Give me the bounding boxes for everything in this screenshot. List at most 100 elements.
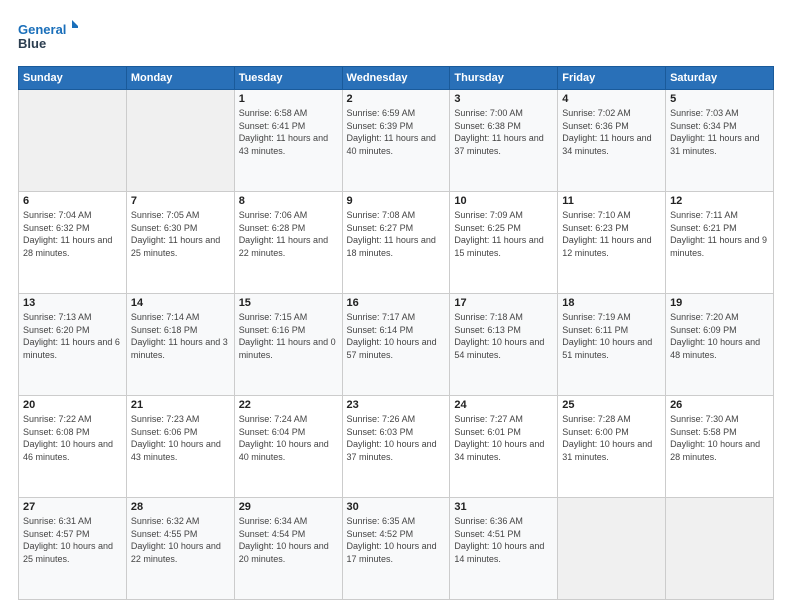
day-number: 16	[347, 297, 446, 309]
day-info: Sunrise: 7:22 AMSunset: 6:08 PMDaylight:…	[23, 413, 122, 463]
calendar-table: SundayMondayTuesdayWednesdayThursdayFrid…	[18, 66, 774, 600]
day-number: 21	[131, 399, 230, 411]
calendar-cell: 3 Sunrise: 7:00 AMSunset: 6:38 PMDaylight…	[450, 90, 558, 192]
day-info: Sunrise: 7:14 AMSunset: 6:18 PMDaylight:…	[131, 311, 230, 361]
day-number: 12	[670, 195, 769, 207]
logo: General Blue	[18, 18, 78, 58]
day-info: Sunrise: 7:04 AMSunset: 6:32 PMDaylight:…	[23, 209, 122, 259]
calendar-cell: 24 Sunrise: 7:27 AMSunset: 6:01 PMDayligh…	[450, 396, 558, 498]
calendar-week-2: 6 Sunrise: 7:04 AMSunset: 6:32 PMDaylight…	[19, 192, 774, 294]
calendar-cell: 16 Sunrise: 7:17 AMSunset: 6:14 PMDayligh…	[342, 294, 450, 396]
calendar-cell: 21 Sunrise: 7:23 AMSunset: 6:06 PMDayligh…	[126, 396, 234, 498]
header-day-wednesday: Wednesday	[342, 67, 450, 90]
day-info: Sunrise: 6:58 AMSunset: 6:41 PMDaylight:…	[239, 107, 338, 157]
day-info: Sunrise: 7:17 AMSunset: 6:14 PMDaylight:…	[347, 311, 446, 361]
header-day-thursday: Thursday	[450, 67, 558, 90]
header-day-monday: Monday	[126, 67, 234, 90]
day-number: 2	[347, 93, 446, 105]
calendar-cell: 10 Sunrise: 7:09 AMSunset: 6:25 PMDayligh…	[450, 192, 558, 294]
calendar-cell: 25Sunrise: 7:28 AMSunset: 6:00 PMDayligh…	[558, 396, 666, 498]
day-info: Sunrise: 7:15 AMSunset: 6:16 PMDaylight:…	[239, 311, 338, 361]
day-number: 4	[562, 93, 661, 105]
day-number: 17	[454, 297, 553, 309]
day-info: Sunrise: 6:36 AMSunset: 4:51 PMDaylight:…	[454, 515, 553, 565]
calendar-cell: 26Sunrise: 7:30 AMSunset: 5:58 PMDayligh…	[666, 396, 774, 498]
header-day-tuesday: Tuesday	[234, 67, 342, 90]
calendar-cell: 2 Sunrise: 6:59 AMSunset: 6:39 PMDaylight…	[342, 90, 450, 192]
day-number: 15	[239, 297, 338, 309]
day-info: Sunrise: 7:19 AMSunset: 6:11 PMDaylight:…	[562, 311, 661, 361]
day-number: 6	[23, 195, 122, 207]
calendar-cell: 19Sunrise: 7:20 AMSunset: 6:09 PMDayligh…	[666, 294, 774, 396]
day-number: 23	[347, 399, 446, 411]
day-info: Sunrise: 6:59 AMSunset: 6:39 PMDaylight:…	[347, 107, 446, 157]
day-info: Sunrise: 7:02 AMSunset: 6:36 PMDaylight:…	[562, 107, 661, 157]
calendar-cell: 18 Sunrise: 7:19 AMSunset: 6:11 PMDayligh…	[558, 294, 666, 396]
day-info: Sunrise: 7:24 AMSunset: 6:04 PMDaylight:…	[239, 413, 338, 463]
day-number: 5	[670, 93, 769, 105]
day-number: 26	[670, 399, 769, 411]
calendar-cell: 12 Sunrise: 7:11 AMSunset: 6:21 PMDayligh…	[666, 192, 774, 294]
calendar-week-4: 20Sunrise: 7:22 AMSunset: 6:08 PMDayligh…	[19, 396, 774, 498]
calendar-cell: 29Sunrise: 6:34 AMSunset: 4:54 PMDayligh…	[234, 498, 342, 600]
svg-text:Blue: Blue	[18, 36, 46, 51]
day-info: Sunrise: 7:00 AMSunset: 6:38 PMDaylight:…	[454, 107, 553, 157]
day-info: Sunrise: 7:08 AMSunset: 6:27 PMDaylight:…	[347, 209, 446, 259]
day-number: 10	[454, 195, 553, 207]
calendar-week-3: 13Sunrise: 7:13 AMSunset: 6:20 PMDayligh…	[19, 294, 774, 396]
calendar-cell: 22 Sunrise: 7:24 AMSunset: 6:04 PMDayligh…	[234, 396, 342, 498]
day-info: Sunrise: 7:06 AMSunset: 6:28 PMDaylight:…	[239, 209, 338, 259]
header-day-saturday: Saturday	[666, 67, 774, 90]
day-info: Sunrise: 7:27 AMSunset: 6:01 PMDaylight:…	[454, 413, 553, 463]
day-info: Sunrise: 6:35 AMSunset: 4:52 PMDaylight:…	[347, 515, 446, 565]
day-number: 22	[239, 399, 338, 411]
day-info: Sunrise: 7:03 AMSunset: 6:34 PMDaylight:…	[670, 107, 769, 157]
calendar-cell: 6 Sunrise: 7:04 AMSunset: 6:32 PMDaylight…	[19, 192, 127, 294]
calendar-cell: 7 Sunrise: 7:05 AMSunset: 6:30 PMDaylight…	[126, 192, 234, 294]
page: General Blue SundayMondayTuesdayWednesda…	[0, 0, 792, 612]
svg-text:General: General	[18, 22, 66, 37]
calendar-week-5: 27Sunrise: 6:31 AMSunset: 4:57 PMDayligh…	[19, 498, 774, 600]
day-info: Sunrise: 7:23 AMSunset: 6:06 PMDaylight:…	[131, 413, 230, 463]
logo-svg: General Blue	[18, 18, 78, 58]
day-number: 13	[23, 297, 122, 309]
header: General Blue	[18, 18, 774, 58]
day-number: 3	[454, 93, 553, 105]
day-number: 8	[239, 195, 338, 207]
day-info: Sunrise: 6:32 AMSunset: 4:55 PMDaylight:…	[131, 515, 230, 565]
day-number: 19	[670, 297, 769, 309]
calendar-cell: 15 Sunrise: 7:15 AMSunset: 6:16 PMDayligh…	[234, 294, 342, 396]
day-info: Sunrise: 7:11 AMSunset: 6:21 PMDaylight:…	[670, 209, 769, 259]
calendar-cell	[126, 90, 234, 192]
day-info: Sunrise: 6:34 AMSunset: 4:54 PMDaylight:…	[239, 515, 338, 565]
day-info: Sunrise: 7:10 AMSunset: 6:23 PMDaylight:…	[562, 209, 661, 259]
calendar-cell: 27Sunrise: 6:31 AMSunset: 4:57 PMDayligh…	[19, 498, 127, 600]
day-info: Sunrise: 7:26 AMSunset: 6:03 PMDaylight:…	[347, 413, 446, 463]
calendar-cell: 31Sunrise: 6:36 AMSunset: 4:51 PMDayligh…	[450, 498, 558, 600]
header-day-friday: Friday	[558, 67, 666, 90]
day-info: Sunrise: 7:18 AMSunset: 6:13 PMDaylight:…	[454, 311, 553, 361]
calendar-cell: 1 Sunrise: 6:58 AMSunset: 6:41 PMDaylight…	[234, 90, 342, 192]
calendar-cell: 4 Sunrise: 7:02 AMSunset: 6:36 PMDaylight…	[558, 90, 666, 192]
calendar-header-row: SundayMondayTuesdayWednesdayThursdayFrid…	[19, 67, 774, 90]
calendar-cell	[666, 498, 774, 600]
calendar-cell: 5 Sunrise: 7:03 AMSunset: 6:34 PMDaylight…	[666, 90, 774, 192]
day-number: 14	[131, 297, 230, 309]
calendar-cell: 9 Sunrise: 7:08 AMSunset: 6:27 PMDaylight…	[342, 192, 450, 294]
day-number: 18	[562, 297, 661, 309]
day-number: 28	[131, 501, 230, 513]
calendar-cell: 30 Sunrise: 6:35 AMSunset: 4:52 PMDayligh…	[342, 498, 450, 600]
day-info: Sunrise: 7:05 AMSunset: 6:30 PMDaylight:…	[131, 209, 230, 259]
day-number: 24	[454, 399, 553, 411]
day-number: 30	[347, 501, 446, 513]
day-number: 1	[239, 93, 338, 105]
calendar-week-1: 1 Sunrise: 6:58 AMSunset: 6:41 PMDaylight…	[19, 90, 774, 192]
calendar-cell: 23 Sunrise: 7:26 AMSunset: 6:03 PMDayligh…	[342, 396, 450, 498]
calendar-cell	[558, 498, 666, 600]
calendar-cell: 14 Sunrise: 7:14 AMSunset: 6:18 PMDayligh…	[126, 294, 234, 396]
day-info: Sunrise: 7:09 AMSunset: 6:25 PMDaylight:…	[454, 209, 553, 259]
header-day-sunday: Sunday	[19, 67, 127, 90]
calendar-cell: 13Sunrise: 7:13 AMSunset: 6:20 PMDayligh…	[19, 294, 127, 396]
day-number: 9	[347, 195, 446, 207]
day-number: 7	[131, 195, 230, 207]
